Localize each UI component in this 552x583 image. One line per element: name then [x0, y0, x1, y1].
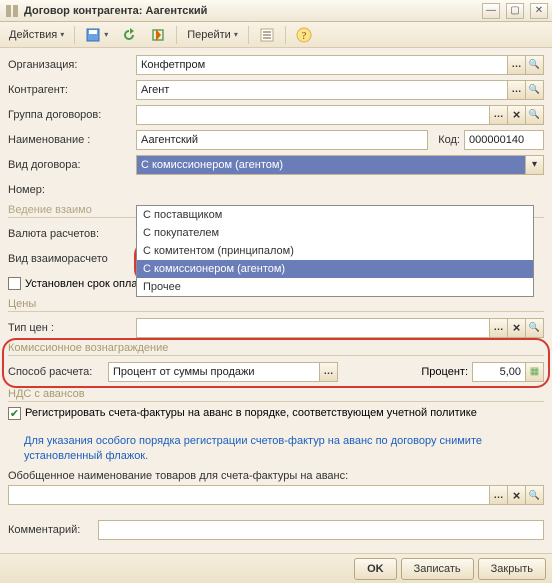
nds-hint: Для указания особого порядка регистрации…	[8, 432, 544, 470]
toolbar-action-button[interactable]	[145, 25, 171, 45]
reg-label: Регистрировать счета-фактуры на аванс в …	[25, 407, 477, 419]
ok-label: OK	[367, 563, 384, 575]
minimize-button[interactable]: —	[482, 3, 500, 19]
toolbar-refresh-button[interactable]	[116, 25, 142, 45]
vid-vzaim-label: Вид взаиморасчето	[8, 253, 138, 265]
dd-item-buyer[interactable]: С покупателем	[137, 224, 533, 242]
save-label: Записать	[414, 563, 461, 575]
select-button[interactable]	[319, 363, 337, 381]
maximize-button[interactable]: ▢	[506, 3, 524, 19]
comment-field[interactable]	[98, 520, 544, 540]
toolbar-separator	[248, 26, 249, 44]
actions-label: Действия	[9, 29, 57, 41]
save-button[interactable]: Записать	[401, 558, 474, 580]
lookup-icon[interactable]	[525, 56, 543, 74]
lookup-icon[interactable]	[525, 81, 543, 99]
help-button[interactable]: ?	[291, 25, 317, 45]
calculator-icon[interactable]	[525, 363, 543, 381]
reg-checkbox[interactable]: ✔	[8, 407, 21, 420]
vid-value: С комиссионером (агентом)	[137, 159, 525, 171]
dd-item-committent[interactable]: С комитентом (принципалом)	[137, 242, 533, 260]
vid-field[interactable]: С комиссионером (агентом)	[136, 155, 544, 175]
goto-label: Перейти	[187, 29, 231, 41]
app-icon	[4, 3, 20, 19]
code-value: 000000140	[465, 134, 543, 146]
comment-label: Комментарий:	[8, 524, 98, 536]
toolbar-separator	[176, 26, 177, 44]
org-value: Конфетпром	[137, 59, 507, 71]
chevron-down-icon: ▾	[60, 30, 64, 39]
dd-item-commissioner[interactable]: С комиссионером (агентом)	[137, 260, 533, 278]
clear-button[interactable]	[507, 486, 525, 504]
lookup-icon[interactable]	[525, 319, 543, 337]
toolbar-separator	[74, 26, 75, 44]
select-button[interactable]	[489, 486, 507, 504]
dd-item-supplier[interactable]: С поставщиком	[137, 206, 533, 224]
section-ceny: Цены	[8, 298, 544, 312]
obob-field[interactable]	[8, 485, 544, 505]
goto-menu[interactable]: Перейти ▾	[182, 25, 243, 45]
tipcen-label: Тип цен :	[8, 322, 136, 334]
close-label: Закрыть	[491, 563, 533, 575]
sposob-label: Способ расчета:	[8, 366, 108, 378]
sposob-field[interactable]: Процент от суммы продажи	[108, 362, 338, 382]
svg-text:?: ?	[301, 30, 306, 42]
dropdown-button[interactable]	[525, 156, 543, 174]
actions-menu[interactable]: Действия ▾	[4, 25, 69, 45]
lookup-icon[interactable]	[525, 486, 543, 504]
org-label: Организация:	[8, 59, 136, 71]
section-komiss: Комиссионное вознаграждение	[8, 342, 544, 356]
group-field[interactable]	[136, 105, 544, 125]
code-label: Код:	[438, 134, 460, 146]
toolbar-list-button[interactable]	[254, 25, 280, 45]
dd-item-other[interactable]: Прочее	[137, 278, 533, 296]
window-title: Договор контрагента: Аагентский	[24, 5, 476, 17]
chevron-down-icon: ▾	[104, 30, 108, 39]
select-button[interactable]	[489, 319, 507, 337]
obob-label: Обобщенное наименование товаров для счет…	[8, 470, 544, 482]
section-nds: НДС с авансов	[8, 388, 544, 402]
tipcen-field[interactable]	[136, 318, 544, 338]
name-value: Аагентский	[137, 134, 427, 146]
procent-value: 5,00	[473, 366, 525, 378]
select-button[interactable]	[489, 106, 507, 124]
vid-label: Вид договора:	[8, 159, 136, 171]
org-field[interactable]: Конфетпром	[136, 55, 544, 75]
sposob-value: Процент от суммы продажи	[109, 366, 319, 378]
toolbar-save-dropdown[interactable]: ▾	[80, 25, 113, 45]
srok-checkbox[interactable]	[8, 277, 21, 290]
name-label: Наименование :	[8, 134, 136, 146]
clear-button[interactable]	[507, 319, 525, 337]
kontr-value: Агент	[137, 84, 507, 96]
kontr-field[interactable]: Агент	[136, 80, 544, 100]
vid-dropdown[interactable]: С поставщиком С покупателем С комитентом…	[136, 205, 534, 297]
select-button[interactable]	[507, 56, 525, 74]
close-window-button[interactable]: ✕	[530, 3, 548, 19]
procent-label: Процент:	[421, 366, 468, 378]
nomer-label: Номер:	[8, 184, 136, 196]
clear-button[interactable]	[507, 106, 525, 124]
valuta-label: Валюта расчетов:	[8, 228, 136, 240]
procent-field[interactable]: 5,00	[472, 362, 544, 382]
close-button[interactable]: Закрыть	[478, 558, 546, 580]
chevron-down-icon: ▾	[234, 30, 238, 39]
kontr-label: Контрагент:	[8, 84, 136, 96]
group-label: Группа договоров:	[8, 109, 136, 121]
code-field[interactable]: 000000140	[464, 130, 544, 150]
ok-button[interactable]: OK	[354, 558, 397, 580]
toolbar-separator	[285, 26, 286, 44]
lookup-icon[interactable]	[525, 106, 543, 124]
select-button[interactable]	[507, 81, 525, 99]
name-field[interactable]: Аагентский	[136, 130, 428, 150]
